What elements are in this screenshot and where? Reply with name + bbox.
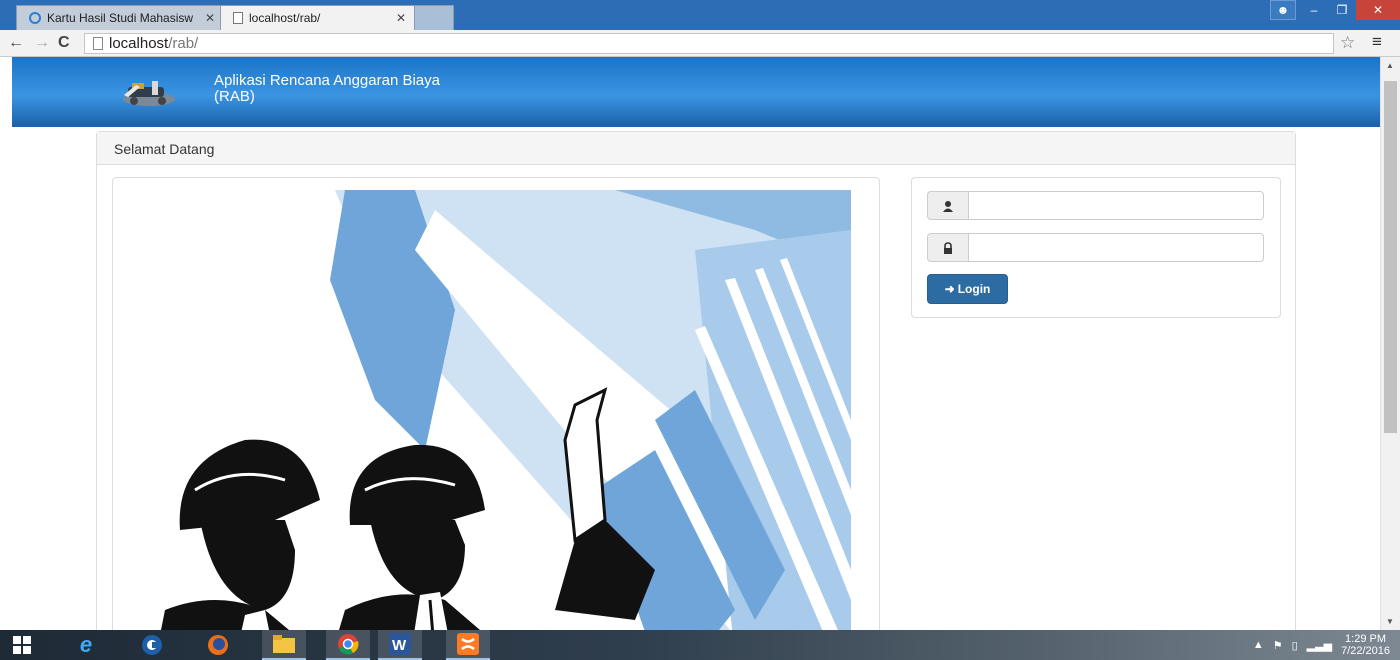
menu-icon[interactable]: ≡ xyxy=(1372,32,1382,52)
panel-heading: Selamat Datang xyxy=(97,132,1295,165)
log-in-icon: ➜ xyxy=(944,282,955,296)
username-input[interactable] xyxy=(969,191,1264,220)
app-title-line1: Aplikasi Rencana Anggaran Biaya xyxy=(214,72,440,89)
app-title-line2: (RAB) xyxy=(214,88,255,105)
address-bar[interactable]: localhost /rab/ xyxy=(84,33,1334,54)
chevron-up-icon[interactable]: ▲ xyxy=(1253,639,1264,651)
browser-tab-bar: Kartu Hasil Studi Mahasisw ✕ localhost/r… xyxy=(0,0,1400,30)
lock-icon xyxy=(927,233,969,262)
app-header: Aplikasi Rencana Anggaran Biaya (RAB) xyxy=(12,57,1380,127)
start-icon[interactable] xyxy=(0,630,44,660)
close-icon[interactable]: ✕ xyxy=(396,11,406,25)
new-tab-button[interactable] xyxy=(412,5,454,30)
window-controls: ☻ – ❐ ✕ xyxy=(1270,0,1400,22)
page-icon xyxy=(93,37,103,50)
close-window-button[interactable]: ✕ xyxy=(1356,0,1400,20)
chrome-icon[interactable] xyxy=(326,630,370,660)
page-viewport: Aplikasi Rencana Anggaran Biaya (RAB) Se… xyxy=(0,57,1380,630)
tab-localhost-rab[interactable]: localhost/rab/ ✕ xyxy=(220,5,415,30)
ccleaner-icon[interactable] xyxy=(130,630,174,660)
login-button[interactable]: ➜ Login xyxy=(927,274,1008,304)
scroll-thumb[interactable] xyxy=(1384,81,1397,433)
address-host: localhost xyxy=(109,35,169,52)
network-flag-icon[interactable]: ⚑ xyxy=(1273,639,1283,652)
firefox-icon[interactable] xyxy=(196,630,240,660)
forward-arrow-icon[interactable]: → xyxy=(34,34,50,52)
address-path: /rab/ xyxy=(168,35,199,52)
engineers-illustration xyxy=(135,190,851,630)
welcome-panel: Selamat Datang ➜ Login xyxy=(96,131,1296,630)
login-form: ➜ Login xyxy=(911,177,1281,318)
clock-date: 7/22/2016 xyxy=(1341,645,1390,657)
illustration-frame xyxy=(112,177,880,630)
xampp-icon[interactable] xyxy=(446,630,490,660)
word-icon[interactable]: W xyxy=(378,630,422,660)
password-input[interactable] xyxy=(969,233,1264,262)
bookmark-star-icon[interactable]: ☆ xyxy=(1340,33,1355,53)
scroll-down-icon[interactable]: ▼ xyxy=(1386,617,1394,626)
file-explorer-icon[interactable] xyxy=(262,630,306,660)
tab-kartu-hasil-studi[interactable]: Kartu Hasil Studi Mahasisw ✕ xyxy=(16,5,224,30)
maximize-button[interactable]: ❐ xyxy=(1328,0,1356,20)
username-group xyxy=(927,191,1264,220)
svg-text:W: W xyxy=(392,637,407,654)
user-icon xyxy=(927,191,969,220)
app-logo-icon xyxy=(123,81,175,106)
tab-title: Kartu Hasil Studi Mahasisw xyxy=(47,11,194,25)
signal-icon[interactable]: ▂▃▅ xyxy=(1307,639,1332,652)
minimize-button[interactable]: – xyxy=(1300,0,1328,20)
scroll-up-icon[interactable]: ▲ xyxy=(1386,61,1394,70)
internet-explorer-favicon-icon xyxy=(29,12,41,24)
back-arrow-icon[interactable]: ← xyxy=(8,34,24,52)
clock-time: 1:29 PM xyxy=(1345,633,1387,645)
page-favicon-icon xyxy=(233,12,243,24)
user-icon[interactable]: ☻ xyxy=(1270,0,1296,20)
clock[interactable]: 1:29 PM 7/22/2016 xyxy=(1341,633,1390,657)
system-tray: ▲ ⚑ ▯ ▂▃▅ 1:29 PM 7/22/2016 xyxy=(1253,630,1390,660)
internet-explorer-icon[interactable]: e xyxy=(64,630,108,660)
close-icon[interactable]: ✕ xyxy=(205,11,215,25)
windows-taskbar: e W ▲ ⚑ ▯ ▂▃▅ 1:29 PM 7/22/2016 xyxy=(0,630,1400,660)
login-button-label: Login xyxy=(957,282,991,296)
page-scrollbar[interactable]: ▲ ▼ xyxy=(1380,57,1400,630)
battery-icon[interactable]: ▯ xyxy=(1292,639,1298,652)
browser-toolbar: ← → C localhost /rab/ ☆ ≡ xyxy=(0,30,1400,57)
tab-title: localhost/rab/ xyxy=(249,11,321,25)
app-title: Aplikasi Rencana Anggaran Biaya (RAB) xyxy=(214,73,440,105)
reload-icon[interactable]: C xyxy=(58,34,70,52)
password-group xyxy=(927,233,1264,262)
